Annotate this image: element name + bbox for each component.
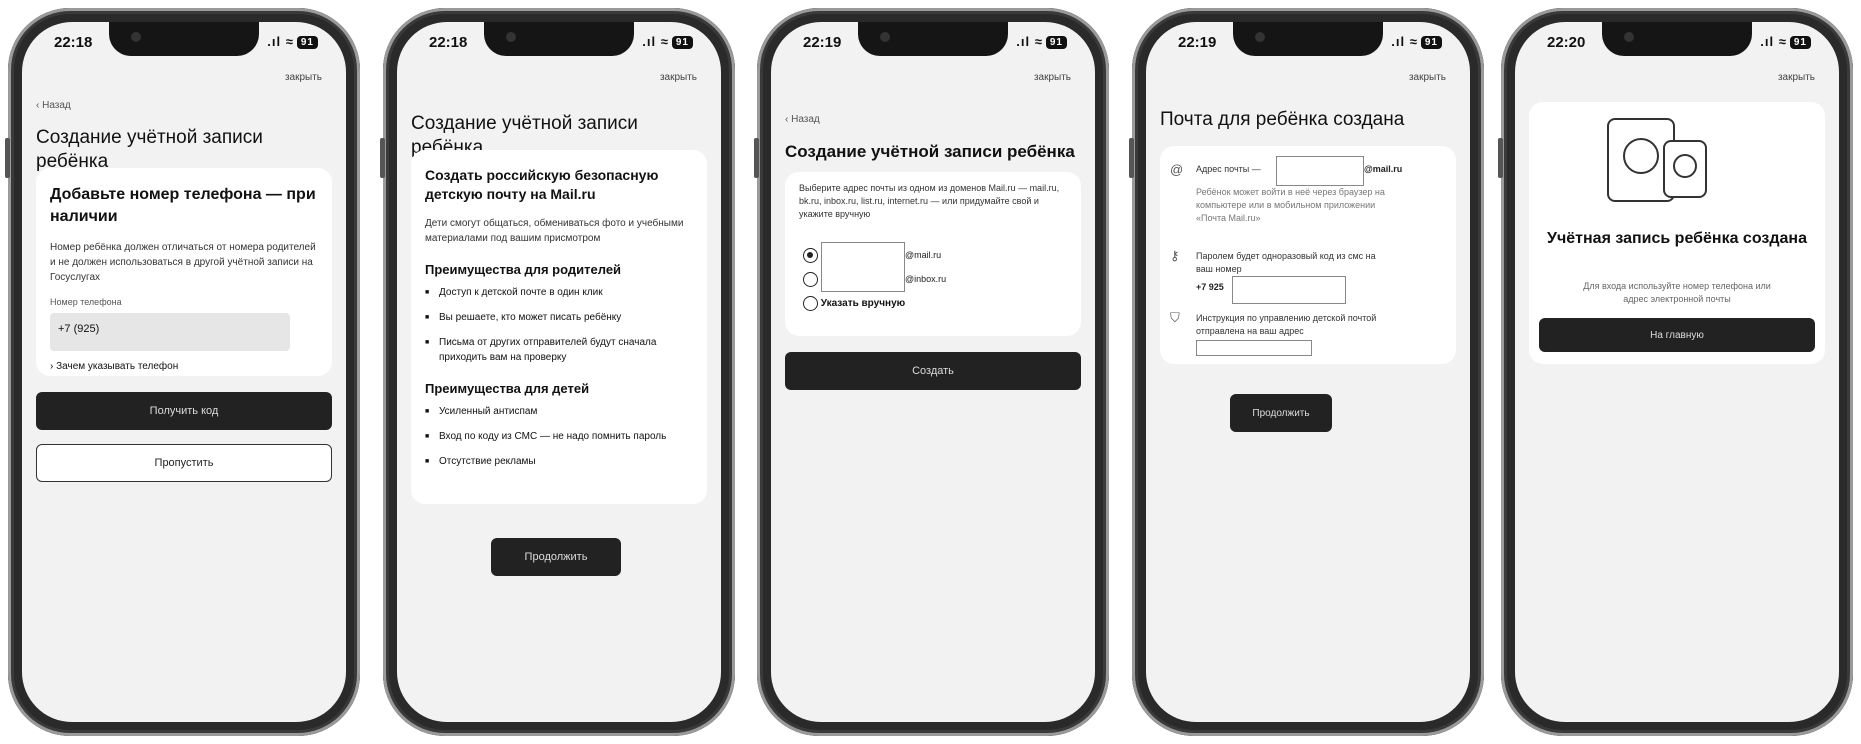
at-icon: @ (1170, 162, 1184, 177)
continue-button[interactable]: Продолжить (491, 538, 621, 576)
clock: 22:19 (1178, 34, 1217, 51)
list-item: Доступ к детской почте в один клик (425, 285, 693, 300)
status-bar: 22:18 .ıl ≈91 (429, 34, 693, 54)
close-link[interactable]: закрыть (285, 72, 322, 83)
shield-icon: ⛉ (1170, 310, 1180, 325)
radio-off-icon[interactable] (803, 272, 818, 287)
mail-info-card: Создать российскую безопасную детскую по… (411, 150, 707, 504)
list-item: Усиленный антиспам (425, 404, 693, 419)
close-link[interactable]: закрыть (1409, 72, 1446, 83)
create-button[interactable]: Создать (785, 352, 1081, 390)
status-bar: 22:19 .ıl ≈91 (803, 34, 1067, 54)
instr-text: Инструкция по управлению детской почтой … (1196, 313, 1377, 336)
phone-3: 22:19 .ıl ≈91 закрыть ‹ Назад Создание у… (754, 8, 1109, 736)
success-text: Для входа используйте номер телефона или… (1583, 281, 1771, 304)
success-heading: Учётная запись ребёнка создана (1547, 230, 1807, 247)
phone-1: 22:18 .ıl ≈91 закрыть ‹ Назад Создание у… (5, 8, 360, 736)
field-label: Номер телефона (50, 297, 122, 307)
screen: 22:19 .ıl ≈91 закрыть Почта для ребёнка … (1146, 22, 1470, 722)
back-link[interactable]: ‹ Назад (785, 114, 820, 125)
kids-title: Преимущества для детей (425, 381, 590, 396)
clock: 22:18 (54, 34, 93, 51)
radio-on-icon[interactable] (803, 248, 818, 263)
clock: 22:19 (803, 34, 842, 51)
back-link[interactable]: ‹ Назад (36, 100, 71, 111)
list-item: Вы решаете, кто может писать ребёнку (425, 310, 693, 325)
screen: 22:19 .ıl ≈91 закрыть ‹ Назад Создание у… (771, 22, 1095, 722)
status-bar: 22:18 .ıl ≈91 (54, 34, 318, 54)
screen: 22:18 .ıl ≈91 закрыть Создание учётной з… (397, 22, 721, 722)
status-icons: .ıl ≈91 (1016, 34, 1067, 50)
option-label: @inbox.ru (905, 274, 947, 284)
phone-card: Добавьте номер телефона — при наличии Но… (36, 168, 332, 376)
close-link[interactable]: закрыть (1778, 72, 1815, 83)
battery-icon: 91 (1789, 36, 1811, 50)
close-link[interactable]: закрыть (1034, 72, 1071, 83)
option-label: @mail.ru (905, 250, 942, 260)
card-heading: Добавьте номер телефона — при наличии (50, 186, 316, 225)
option-label: Указать вручную (820, 298, 906, 310)
signal-wifi-icon: .ıl ≈ (642, 34, 669, 49)
list-item: Отсутствие рекламы (425, 454, 693, 469)
pass-text: Паролем будет одноразовый код из смс на … (1196, 251, 1376, 274)
redacted-box (1232, 276, 1346, 304)
signal-wifi-icon: .ıl ≈ (1760, 34, 1787, 49)
screen: 22:20 .ıl ≈91 закрыть Учётная запись реб… (1515, 22, 1839, 722)
option-manual[interactable]: Указать вручную (803, 296, 905, 311)
status-icons: .ıl ≈91 (267, 34, 318, 50)
status-icons: .ıl ≈91 (1760, 34, 1811, 50)
status-bar: 22:19 .ıl ≈91 (1178, 34, 1442, 54)
page-title: Почта для ребёнка создана (1160, 109, 1405, 130)
radio-off-icon[interactable] (803, 296, 818, 311)
get-code-button[interactable]: Получить код (36, 392, 332, 430)
continue-button[interactable]: Продолжить (1230, 394, 1332, 432)
battery-icon: 91 (1045, 36, 1067, 50)
mail-label: Адрес почты — (1196, 164, 1261, 174)
list-item: Вход по коду из СМС — не надо помнить па… (425, 429, 693, 444)
status-bar: 22:20 .ıl ≈91 (1547, 34, 1811, 54)
why-phone-link[interactable]: › Зачем указывать телефон (50, 361, 318, 372)
clock: 22:20 (1547, 34, 1586, 51)
redacted-box (1276, 156, 1364, 186)
mail-note: Ребёнок может войти в неё через браузер … (1196, 187, 1385, 223)
list-item: Письма от других отправителей будут снач… (425, 335, 693, 365)
signal-wifi-icon: .ıl ≈ (267, 34, 294, 49)
skip-button[interactable]: Пропустить (36, 444, 332, 482)
clock: 22:18 (429, 34, 468, 51)
status-icons: .ıl ≈91 (642, 34, 693, 50)
signal-wifi-icon: .ıl ≈ (1391, 34, 1418, 49)
page-title: Создание учётной записи ребёнка (36, 127, 263, 172)
card-text: Выберите адрес почты из одном из доменов… (799, 183, 1060, 219)
parents-title: Преимущества для родителей (425, 262, 622, 277)
card-text: Номер ребёнка должен отличаться от номер… (50, 242, 316, 283)
signal-wifi-icon: .ıl ≈ (1016, 34, 1043, 49)
close-link[interactable]: закрыть (660, 72, 697, 83)
phone-4: 22:19 .ıl ≈91 закрыть Почта для ребёнка … (1129, 8, 1484, 736)
battery-icon: 91 (671, 36, 693, 50)
option-inbox[interactable] (803, 272, 818, 287)
phone-5: 22:20 .ıl ≈91 закрыть Учётная запись реб… (1498, 8, 1853, 736)
pass-phone: +7 925 (1196, 282, 1224, 292)
redacted-box (1196, 340, 1312, 356)
card-text: Дети смогут общаться, обмениваться фото … (425, 218, 684, 244)
page-title: Создание учётной записи ребёнка (785, 142, 1075, 161)
mail-domain: @mail.ru (1364, 164, 1403, 174)
redacted-box (821, 242, 905, 292)
to-main-button[interactable]: На главную (1539, 318, 1815, 352)
battery-icon: 91 (296, 36, 318, 50)
phone-2: 22:18 .ıl ≈91 закрыть Создание учётной з… (380, 8, 735, 736)
phone-input[interactable]: +7 (925) (50, 313, 290, 351)
option-mail[interactable] (803, 248, 818, 263)
battery-icon: 91 (1420, 36, 1442, 50)
screen: 22:18 .ıl ≈91 закрыть ‹ Назад Создание у… (22, 22, 346, 722)
key-icon: ⚷ (1170, 248, 1180, 263)
card-heading: Создать российскую безопасную детскую по… (425, 167, 659, 202)
status-icons: .ıl ≈91 (1391, 34, 1442, 50)
id-card-small (1663, 140, 1707, 198)
